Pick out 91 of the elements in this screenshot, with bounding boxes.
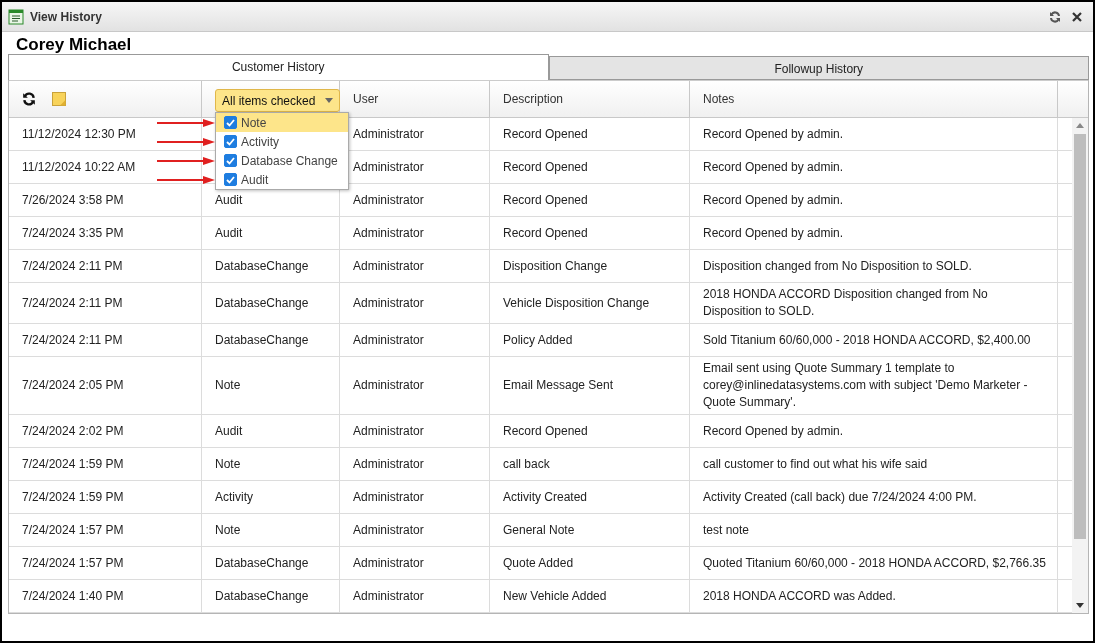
description-cell: call back (503, 455, 550, 473)
user-cell: Administrator (353, 587, 424, 605)
checkbox[interactable] (224, 116, 237, 129)
type-cell: DatabaseChange (215, 331, 309, 349)
user-cell: Administrator (353, 224, 424, 242)
date-cell: 7/24/2024 2:11 PM (22, 331, 123, 349)
filter-dropdown[interactable]: All items checked (215, 89, 341, 112)
column-header[interactable]: Description (503, 92, 564, 106)
notes-cell: Record Opened by admin. (703, 125, 844, 143)
notes-cell-text: 2018 HONDA ACCORD Disposition changed from No Disposition to SOLD. (703, 286, 989, 321)
tab[interactable]: Customer History (8, 54, 549, 80)
type-cell: DatabaseChange (215, 257, 309, 275)
date-cell: 7/24/2024 1:59 PM (22, 488, 124, 506)
user-cell: Administrator (353, 488, 424, 506)
date-cell: 11/12/2024 10:22 AM (22, 158, 136, 176)
option-label: Audit (241, 172, 269, 187)
tab[interactable]: Followup History (548, 56, 1089, 80)
date-cell: 7/24/2024 2:05 PM (22, 377, 124, 395)
date-cell: 7/24/2024 1:57 PM (22, 521, 124, 539)
user-cell: Administrator (353, 377, 424, 395)
option-label: Note (241, 115, 267, 130)
notes-cell-text: Email sent using Quote Summary 1 template to corey@inlinedatasystems.com with subject 'Demo Marketer - Quote Summary'. (703, 360, 1029, 412)
notes-cell: Sold Titanium 60/60,000 - 2018 HONDA ACCORD, $2,400.00 (703, 331, 1031, 349)
user-cell: Administrator (353, 422, 424, 440)
notes-cell: Record Opened by admin. (703, 158, 844, 176)
notes-cell: Quoted Titanium 60/60,000 - 2018 HONDA ACCORD, $2,766.35 (703, 554, 1046, 572)
description-cell: Quote Added (503, 554, 574, 572)
notes-cell: Record Opened by admin. (703, 422, 844, 440)
description-cell: Record Opened (503, 422, 588, 440)
refresh-icon[interactable] (22, 92, 36, 106)
description-cell: Activity Created (503, 488, 588, 506)
user-cell: Administrator (353, 554, 424, 572)
date-cell: 7/26/2024 3:58 PM (22, 191, 124, 209)
date-cell: 11/12/2024 12:30 PM (22, 125, 136, 143)
customer-name: Corey Michael (15, 34, 133, 54)
notes-cell: 2018 HONDA ACCORD was Added. (703, 587, 896, 605)
description-cell: Email Message Sent (503, 377, 614, 395)
description-cell: Policy Added (503, 331, 573, 349)
notes-cell: Activity Created (call back) due 7/24/2024 4:00 PM. (703, 488, 977, 506)
description-cell: General Note (503, 521, 575, 539)
description-cell: Record Opened (503, 125, 588, 143)
column-header[interactable]: Notes (703, 92, 735, 106)
checkbox[interactable] (224, 135, 237, 148)
user-cell: Administrator (353, 331, 424, 349)
refresh-button[interactable] (1047, 8, 1063, 25)
type-cell: DatabaseChange (215, 554, 309, 572)
date-cell: 7/24/2024 3:35 PM (22, 224, 124, 242)
type-cell: DatabaseChange (215, 294, 309, 312)
type-cell: Note (215, 455, 241, 473)
user-cell: Administrator (353, 455, 424, 473)
description-cell: Record Opened (503, 158, 588, 176)
date-cell: 7/24/2024 1:59 PM (22, 455, 124, 473)
checkbox[interactable] (224, 154, 237, 167)
description-cell: Record Opened (503, 224, 588, 242)
type-cell: Note (215, 521, 241, 539)
scrollbar[interactable] (1072, 118, 1088, 613)
option-label: Database Change (241, 153, 338, 168)
window-icon (8, 8, 24, 25)
user-cell: Administrator (353, 521, 424, 539)
type-cell: Audit (215, 191, 243, 209)
date-cell: 7/24/2024 2:02 PM (22, 422, 124, 440)
type-cell: Audit (215, 422, 243, 440)
type-cell: Note (215, 377, 241, 395)
notes-cell: Record Opened by admin. (703, 224, 844, 242)
user-cell: Administrator (353, 158, 424, 176)
user-cell: Administrator (353, 257, 424, 275)
notes-cell: call customer to find out what his wife said (703, 455, 928, 473)
window-title: View History (30, 9, 103, 24)
scroll-down-icon[interactable] (1076, 603, 1084, 608)
type-cell: Audit (215, 224, 243, 242)
user-cell: Administrator (353, 125, 424, 143)
scroll-up-icon[interactable] (1076, 123, 1084, 128)
date-cell: 7/24/2024 2:11 PM (22, 257, 123, 275)
option-label: Activity (241, 134, 279, 149)
description-cell: Record Opened (503, 191, 588, 209)
date-cell: 7/24/2024 1:57 PM (22, 554, 124, 572)
notes-cell: Disposition changed from No Disposition to SOLD. (703, 257, 972, 275)
type-cell: Activity (215, 488, 253, 506)
type-cell: DatabaseChange (215, 587, 309, 605)
user-cell: Administrator (353, 191, 424, 209)
notes-cell: Record Opened by admin. (703, 191, 844, 209)
column-header[interactable]: User (353, 92, 379, 106)
description-cell: New Vehicle Added (503, 587, 607, 605)
date-cell: 7/24/2024 2:11 PM (22, 294, 123, 312)
description-cell: Vehicle Disposition Change (503, 294, 650, 312)
checkbox[interactable] (224, 173, 237, 186)
notes-cell: test note (703, 521, 750, 539)
user-cell: Administrator (353, 294, 424, 312)
caret-icon (325, 98, 334, 103)
date-cell: 7/24/2024 1:40 PM (22, 587, 124, 605)
description-cell: Disposition Change (503, 257, 608, 275)
